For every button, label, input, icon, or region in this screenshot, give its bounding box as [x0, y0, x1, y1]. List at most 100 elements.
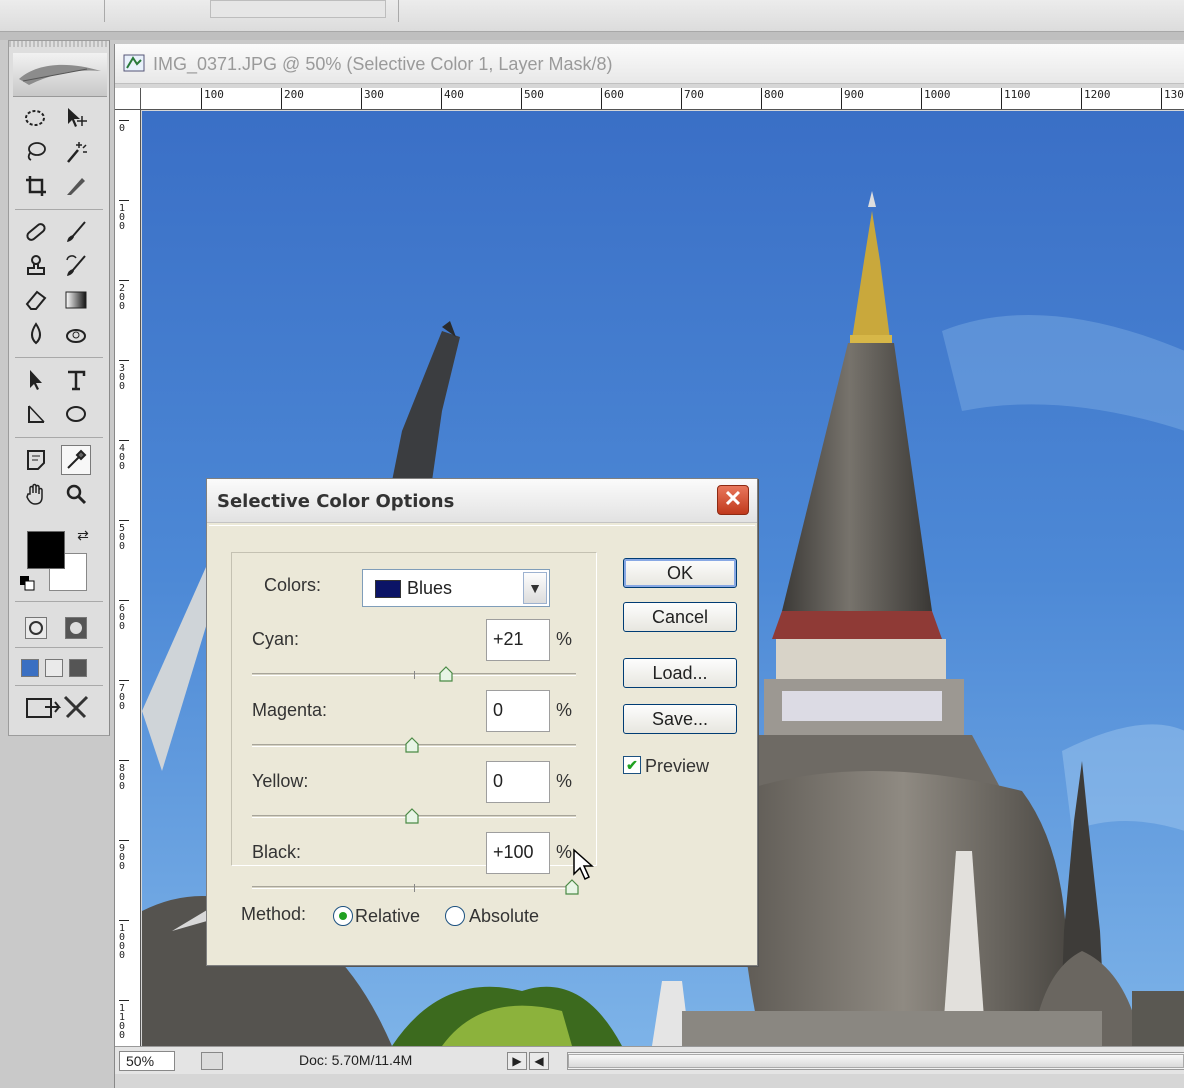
shape-tool-icon[interactable] [61, 399, 91, 429]
ruler-tick-label: 400 [441, 88, 464, 109]
percent-unit: % [556, 771, 573, 791]
type-tool-icon[interactable] [61, 365, 91, 395]
slider-label: Magenta: [252, 700, 328, 720]
lasso-tool-icon[interactable] [21, 137, 51, 167]
slider-track[interactable] [252, 666, 576, 682]
notes-tool-icon[interactable] [21, 445, 51, 475]
slider-value-field[interactable]: +100 [486, 832, 550, 874]
clone-stamp-tool-icon[interactable] [21, 251, 51, 281]
status-menu-arrow-icon[interactable]: ▶ [507, 1052, 527, 1070]
toolbox-panel: ⇄ [8, 40, 110, 736]
preview-checkbox[interactable]: ✔ [623, 756, 641, 774]
colors-dropdown[interactable]: Blues ▼ [362, 569, 550, 607]
scroll-left-arrow-icon[interactable]: ◀ [529, 1052, 549, 1070]
slider-value-field[interactable]: +21 [486, 619, 550, 661]
healing-brush-tool-icon[interactable] [21, 217, 51, 247]
ruler-tick-label: 800 [119, 760, 129, 792]
ruler-tick-label: 800 [761, 88, 784, 109]
dodge-tool-icon[interactable] [61, 319, 91, 349]
slider-center-tick [414, 884, 415, 892]
preview-label: Preview [645, 756, 710, 776]
method-absolute-label: Absolute [469, 906, 540, 926]
selective-color-dialog: Selective Color Options ✕ Colors: Blues … [206, 478, 758, 966]
options-field[interactable] [210, 0, 386, 18]
horizontal-scroll-thumb[interactable] [568, 1054, 1184, 1068]
save-button[interactable]: Save... [623, 704, 737, 734]
status-bar: 50% Doc: 5.70M/11.4M ▶ ◀ [115, 1046, 1184, 1074]
horizontal-ruler[interactable]: 100 200 300 400 500 600 700 800 900 1000 1100 1200 1… [141, 88, 1184, 110]
ruler-tick-label: 1000 [119, 920, 129, 961]
cancel-button[interactable]: Cancel [623, 602, 737, 632]
slider-center-tick [414, 671, 415, 679]
ruler-tick-label: 200 [119, 280, 129, 312]
toolbox-divider [15, 685, 103, 686]
toolbox-divider [15, 437, 103, 438]
eyedropper-tool-icon[interactable] [61, 445, 91, 475]
ok-button[interactable]: OK [623, 558, 737, 588]
swap-colors-icon[interactable]: ⇄ [73, 525, 93, 545]
dialog-title: Selective Color Options [217, 491, 455, 512]
crop-tool-icon[interactable] [21, 171, 51, 201]
ruler-tick-label: 1100 [119, 1000, 129, 1041]
history-brush-tool-icon[interactable] [61, 251, 91, 281]
chevron-down-icon[interactable]: ▼ [523, 572, 547, 604]
slider-value-field[interactable]: 0 [486, 690, 550, 732]
blur-tool-icon[interactable] [21, 319, 51, 349]
hand-tool-icon[interactable] [21, 479, 51, 509]
status-info-icon[interactable] [201, 1052, 223, 1070]
mouse-cursor-icon [573, 848, 594, 881]
load-button[interactable]: Load... [623, 658, 737, 688]
document-title: IMG_0371.JPG @ 50% (Selective Color 1, L… [153, 54, 613, 74]
toolbox-divider [15, 357, 103, 358]
document-size: Doc: 5.70M/11.4M [299, 1052, 413, 1068]
method-relative-radio[interactable] [333, 906, 353, 926]
colors-label: Colors: [264, 575, 322, 595]
slice-tool-icon[interactable] [61, 171, 91, 201]
toolbox-grip[interactable] [9, 41, 109, 47]
document-title-bar[interactable]: IMG_0371.JPG @ 50% (Selective Color 1, L… [115, 44, 1184, 84]
jump-to-imageready-icon[interactable] [23, 693, 93, 723]
options-bar [0, 0, 1184, 32]
brush-tool-icon[interactable] [61, 217, 91, 247]
ruler-tick-label: 600 [601, 88, 624, 109]
percent-unit: % [556, 842, 573, 862]
standard-screen-mode-icon[interactable] [21, 659, 39, 677]
method-label: Method: [241, 904, 307, 924]
path-selection-tool-icon[interactable] [21, 365, 51, 395]
default-colors-icon[interactable] [19, 575, 35, 591]
move-tool-icon[interactable] [61, 103, 91, 133]
close-icon[interactable]: ✕ [717, 485, 749, 515]
marquee-tool-icon[interactable] [21, 103, 51, 133]
dialog-title-bar[interactable]: Selective Color Options [207, 479, 757, 523]
method-absolute-radio[interactable] [445, 906, 465, 926]
horizontal-scrollbar[interactable] [567, 1052, 1184, 1070]
gradient-tool-icon[interactable] [61, 285, 91, 315]
slider-label: Cyan: [252, 629, 300, 649]
slider-thumb[interactable] [405, 808, 419, 824]
slider-thumb[interactable] [405, 737, 419, 753]
magic-wand-tool-icon[interactable] [61, 137, 91, 167]
ruler-tick-label: 300 [361, 88, 384, 109]
ruler-tick-label: 700 [681, 88, 704, 109]
adobe-feather-logo[interactable] [13, 53, 107, 97]
full-screen-menu-mode-icon[interactable] [45, 659, 63, 677]
pen-tool-icon[interactable] [21, 399, 51, 429]
slider-track[interactable] [252, 879, 579, 895]
slider-thumb[interactable] [438, 666, 453, 682]
slider-track[interactable] [252, 808, 576, 824]
eraser-tool-icon[interactable] [21, 285, 51, 315]
ruler-origin[interactable] [115, 88, 141, 110]
slider-value-field[interactable]: 0 [486, 761, 550, 803]
vertical-ruler[interactable]: 0 100 200 300 400 500 600 700 800 900 1000 1100 [115, 110, 141, 1046]
ruler-tick-label: 130 [1161, 88, 1184, 109]
quick-mask-mode-icon[interactable] [65, 617, 87, 639]
ruler-tick-label: 200 [281, 88, 304, 109]
zoom-tool-icon[interactable] [61, 479, 91, 509]
toolbox-divider [15, 647, 103, 648]
full-screen-mode-icon[interactable] [69, 659, 87, 677]
ruler-tick-label: 600 [119, 600, 129, 632]
standard-mode-icon[interactable] [25, 617, 47, 639]
zoom-level-field[interactable]: 50% [119, 1051, 175, 1071]
slider-track[interactable] [252, 737, 576, 753]
foreground-color-swatch[interactable] [27, 531, 65, 569]
